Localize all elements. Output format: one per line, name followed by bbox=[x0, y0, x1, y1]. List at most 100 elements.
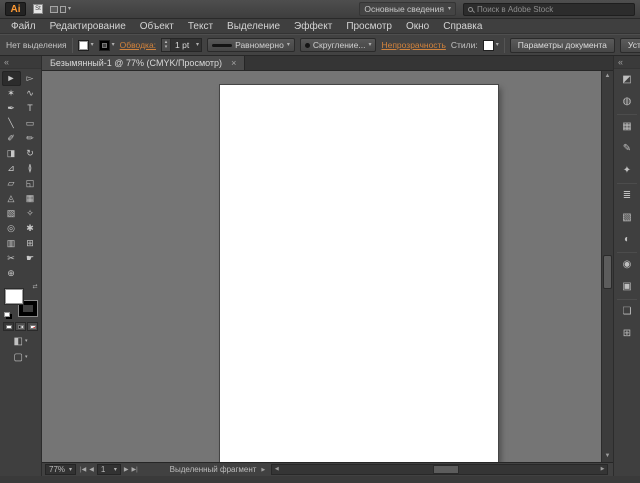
slice-tool[interactable]: ✂ bbox=[2, 251, 21, 266]
title-bar: Ai St ▾ Основные сведения ▾ bbox=[0, 0, 640, 19]
menu-object[interactable]: Объект bbox=[133, 19, 181, 34]
dock-collapse-button[interactable]: « bbox=[614, 56, 640, 69]
preferences-button[interactable]: Установки bbox=[619, 37, 640, 53]
paintbrush-tool[interactable]: ✐ bbox=[2, 131, 21, 146]
opacity-panel-link[interactable]: Непрозрачность bbox=[381, 40, 445, 50]
perspective-grid-tool[interactable]: ◬ bbox=[2, 191, 21, 206]
canvas[interactable] bbox=[42, 71, 601, 462]
chevron-down-icon: ▾ bbox=[495, 42, 499, 48]
next-artboard-button[interactable]: ▶ bbox=[124, 466, 129, 473]
drawing-modes-button[interactable]: ◧ ▾ bbox=[14, 336, 28, 347]
color-button[interactable] bbox=[3, 322, 14, 331]
hand-tool[interactable]: ☛ bbox=[21, 251, 40, 266]
graphic-styles-panel-icon[interactable]: ▣ bbox=[614, 276, 640, 298]
width-tool[interactable]: ≬ bbox=[21, 161, 40, 176]
artboard-tool[interactable]: ⊞ bbox=[21, 236, 40, 251]
shape-builder-tool[interactable]: ◱ bbox=[21, 176, 40, 191]
close-icon[interactable]: × bbox=[231, 58, 236, 68]
last-artboard-button[interactable]: ▶| bbox=[131, 466, 137, 473]
stroke-color-control[interactable]: ▾ bbox=[98, 39, 115, 51]
main-area: « ► ▻ ✶ ∿ ✒ T ╲ ▭ ✐ ✏ ◨ ↻ ⊿ ≬ ▱ ◱ ◬ ▦ ▧ ✧ ◎ ✱ ▥ ⊞ ✂ ☛ ⊕ ⇄ ◧ ▾ ▢ ▾ bbox=[0, 56, 640, 476]
menu-type[interactable]: Текст bbox=[181, 19, 220, 34]
vertical-scroll-thumb[interactable] bbox=[603, 254, 612, 289]
stepper-arrows-icon[interactable]: ▴ ▾ bbox=[162, 39, 172, 51]
style-dropdown[interactable]: ▾ bbox=[482, 39, 499, 51]
menu-effect[interactable]: Эффект bbox=[287, 19, 339, 34]
direct-selection-tool[interactable]: ▻ bbox=[21, 71, 40, 86]
arrange-documents-control[interactable]: ▾ bbox=[50, 5, 71, 13]
free-transform-tool[interactable]: ▱ bbox=[2, 176, 21, 191]
zoom-tool[interactable]: ⊕ bbox=[2, 266, 21, 281]
artboards-panel-icon[interactable]: ⊞ bbox=[614, 323, 640, 345]
brush-definition-value: Скругление... bbox=[312, 40, 366, 50]
stock-search[interactable] bbox=[463, 2, 635, 16]
transparency-panel-icon[interactable]: ◐ bbox=[614, 229, 640, 251]
brush-definition-dropdown[interactable]: Скругление... ▾ bbox=[299, 38, 377, 52]
horizontal-scrollbar[interactable]: ◀ ▶ bbox=[271, 464, 608, 475]
fill-stroke-indicator[interactable]: ⇄ bbox=[3, 283, 38, 317]
adobe-stock-icon[interactable]: St bbox=[33, 4, 43, 14]
scroll-left-arrow[interactable]: ◀ bbox=[272, 465, 281, 474]
status-display[interactable]: Выделенный фрагмент ▶ bbox=[170, 465, 266, 474]
gradient-panel-icon[interactable]: ▧ bbox=[614, 207, 640, 229]
first-artboard-button[interactable]: |◀ bbox=[80, 466, 86, 473]
line-segment-tool[interactable]: ╲ bbox=[2, 116, 21, 131]
stroke-panel-icon[interactable]: ≣ bbox=[614, 185, 640, 207]
appearance-panel-icon[interactable]: ◉ bbox=[614, 254, 640, 276]
menu-edit[interactable]: Редактирование bbox=[43, 19, 133, 34]
scale-tool[interactable]: ⊿ bbox=[2, 161, 21, 176]
layers-panel-icon[interactable]: ❏ bbox=[614, 301, 640, 323]
scroll-right-arrow[interactable]: ▶ bbox=[598, 465, 607, 474]
brushes-panel-icon[interactable]: ✎ bbox=[614, 138, 640, 160]
artboard-number-control[interactable]: 1 ▾ bbox=[96, 464, 121, 475]
horizontal-scroll-thumb[interactable] bbox=[432, 465, 459, 474]
magic-wand-tool[interactable]: ✶ bbox=[2, 86, 21, 101]
selection-tool[interactable]: ► bbox=[1, 71, 21, 86]
eyedropper-tool[interactable]: ✧ bbox=[21, 206, 40, 221]
rotate-tool[interactable]: ↻ bbox=[21, 146, 40, 161]
blend-tool[interactable]: ◎ bbox=[2, 221, 21, 236]
stock-search-input[interactable] bbox=[477, 4, 630, 14]
column-graph-tool[interactable]: ▥ bbox=[2, 236, 21, 251]
document-setup-button[interactable]: Параметры документа bbox=[509, 37, 615, 53]
eraser-tool[interactable]: ◨ bbox=[2, 146, 21, 161]
width-profile-dropdown[interactable]: Равномерно ▾ bbox=[207, 38, 295, 52]
stroke-panel-link[interactable]: Обводка: bbox=[120, 40, 156, 50]
menu-help[interactable]: Справка bbox=[436, 19, 489, 34]
scroll-down-arrow[interactable]: ▼ bbox=[602, 451, 613, 462]
gradient-tool[interactable]: ▧ bbox=[2, 206, 21, 221]
default-fill-stroke-icon[interactable] bbox=[3, 312, 10, 317]
document-tab[interactable]: Безымянный-1 @ 77% (CMYK/Просмотр) × bbox=[42, 56, 246, 70]
scroll-up-arrow[interactable]: ▲ bbox=[602, 71, 613, 82]
type-tool[interactable]: T bbox=[21, 101, 40, 116]
swatches-panel-icon[interactable]: ▦ bbox=[614, 116, 640, 138]
menu-view[interactable]: Просмотр bbox=[339, 19, 399, 34]
vertical-scrollbar[interactable]: ▲ ▼ bbox=[601, 71, 613, 462]
fill-indicator[interactable] bbox=[4, 289, 23, 304]
menu-file[interactable]: Файл bbox=[4, 19, 43, 34]
lasso-tool[interactable]: ∿ bbox=[21, 86, 40, 101]
stroke-width-value[interactable]: 1 pt bbox=[171, 39, 195, 51]
color-panel-icon[interactable]: ◩ bbox=[614, 69, 640, 91]
artboard[interactable] bbox=[220, 85, 498, 462]
mesh-tool[interactable]: ▦ bbox=[21, 191, 40, 206]
symbols-panel-icon[interactable]: ✦ bbox=[614, 160, 640, 182]
gradient-button[interactable] bbox=[15, 322, 26, 331]
prev-artboard-button[interactable]: ◀ bbox=[89, 466, 94, 473]
fill-color-control[interactable]: ▾ bbox=[77, 39, 94, 51]
tools-collapse-button[interactable]: « bbox=[0, 56, 41, 69]
symbol-sprayer-tool[interactable]: ✱ bbox=[21, 221, 40, 236]
none-button[interactable] bbox=[27, 322, 38, 331]
document-tab-title: Безымянный-1 @ 77% (CMYK/Просмотр) bbox=[50, 58, 223, 68]
swap-fill-stroke-icon[interactable]: ⇄ bbox=[32, 283, 37, 290]
zoom-level-control[interactable]: 77% ▾ bbox=[45, 464, 77, 475]
pen-tool[interactable]: ✒ bbox=[2, 101, 21, 116]
workspace-switcher[interactable]: Основные сведения ▾ bbox=[359, 2, 456, 16]
rectangle-tool[interactable]: ▭ bbox=[21, 116, 40, 131]
color-guide-panel-icon[interactable]: ◍ bbox=[614, 91, 640, 113]
stroke-width-control[interactable]: ▴ ▾ 1 pt ▾ bbox=[161, 38, 203, 52]
menu-window[interactable]: Окно bbox=[399, 19, 436, 34]
screen-mode-button[interactable]: ▢ ▾ bbox=[14, 352, 28, 363]
menu-select[interactable]: Выделение bbox=[220, 19, 287, 34]
pencil-tool[interactable]: ✏ bbox=[21, 131, 40, 146]
